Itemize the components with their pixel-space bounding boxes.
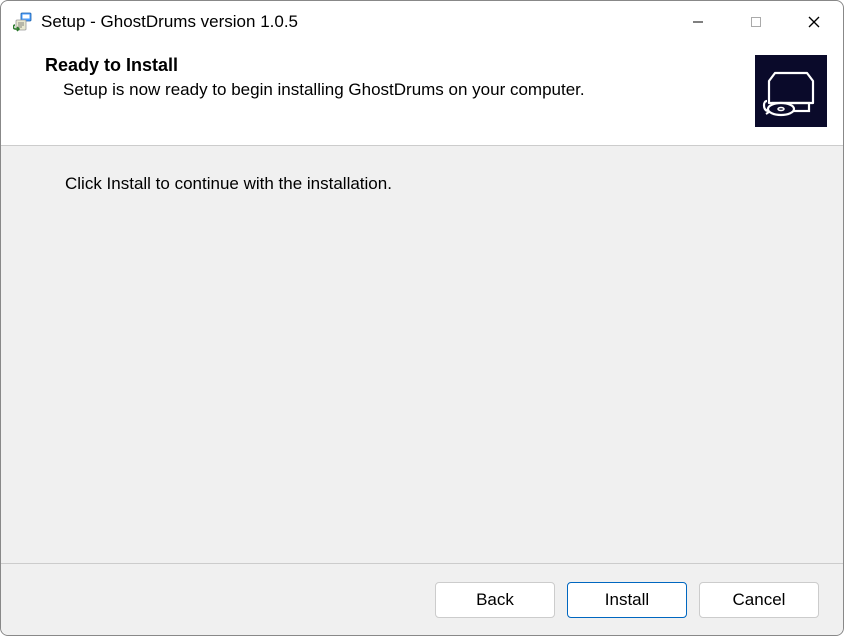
- instruction-text: Click Install to continue with the insta…: [65, 174, 827, 194]
- maximize-icon: [750, 16, 762, 28]
- install-button[interactable]: Install: [567, 582, 687, 618]
- maximize-button[interactable]: [727, 1, 785, 43]
- cancel-button[interactable]: Cancel: [699, 582, 819, 618]
- header-section: Ready to Install Setup is now ready to b…: [1, 43, 843, 146]
- window-title: Setup - GhostDrums version 1.0.5: [41, 12, 669, 32]
- close-icon: [807, 15, 821, 29]
- minimize-icon: [692, 16, 704, 28]
- close-button[interactable]: [785, 1, 843, 43]
- content-area: Click Install to continue with the insta…: [1, 146, 843, 563]
- installer-app-icon: [13, 12, 33, 32]
- header-text-block: Ready to Install Setup is now ready to b…: [45, 55, 739, 127]
- minimize-button[interactable]: [669, 1, 727, 43]
- titlebar: Setup - GhostDrums version 1.0.5: [1, 1, 843, 43]
- header-subtext: Setup is now ready to begin installing G…: [45, 80, 739, 100]
- back-button[interactable]: Back: [435, 582, 555, 618]
- installer-window: Setup - GhostDrums version 1.0.5: [0, 0, 844, 636]
- header-image: [755, 55, 827, 127]
- footer-button-bar: Back Install Cancel: [1, 563, 843, 635]
- computer-disc-icon: [759, 59, 823, 123]
- header-heading: Ready to Install: [45, 55, 739, 76]
- window-controls: [669, 1, 843, 43]
